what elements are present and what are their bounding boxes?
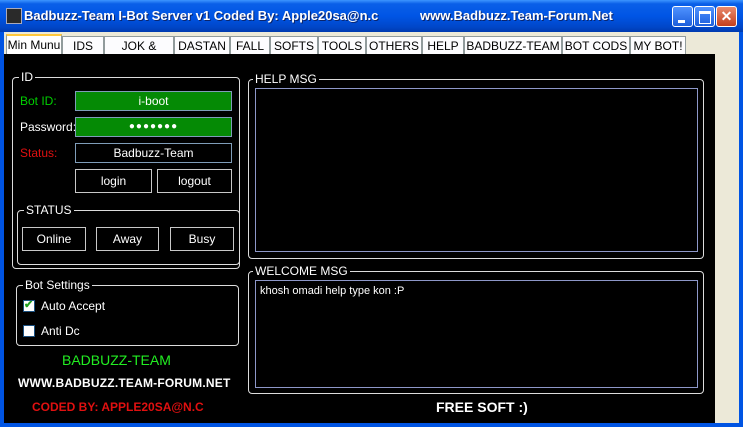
title-bar[interactable]: Badbuzz-Team I-Bot Server v1 Coded By: A… <box>0 0 743 32</box>
away-button[interactable]: Away <box>96 227 159 251</box>
bot-id-field[interactable]: i-boot <box>75 91 232 111</box>
welcome-msg-textarea[interactable]: khosh omadi help type kon :P <box>255 280 698 388</box>
logout-button[interactable]: logout <box>157 169 232 193</box>
tab-help[interactable]: HELP <box>422 36 464 55</box>
status-label: Status: <box>20 146 58 160</box>
app-icon <box>6 8 22 24</box>
maximize-icon <box>699 11 711 24</box>
id-group: ID Bot ID: i-boot Password: ●●●●●●● Stat… <box>12 70 240 269</box>
status-field[interactable]: Badbuzz-Team <box>75 143 232 163</box>
bot-id-label: Bot ID: <box>20 94 57 108</box>
anti-dc-checkbox[interactable] <box>23 325 35 337</box>
team-name: BADBUZZ-TEAM <box>62 352 171 368</box>
status-group-legend: STATUS <box>24 203 74 217</box>
tab-others[interactable]: OTHERS <box>366 36 422 55</box>
auto-accept-checkbox[interactable]: ✔ <box>23 299 35 312</box>
tab-min-munu[interactable]: Min Munu <box>6 34 62 56</box>
welcome-msg-group: WELCOME MSG khosh omadi help type kon :P <box>248 264 704 394</box>
status-group: STATUS Online Away Busy <box>17 203 240 265</box>
bot-settings-legend: Bot Settings <box>23 278 92 292</box>
help-msg-textarea[interactable] <box>255 88 698 252</box>
welcome-msg-legend: WELCOME MSG <box>253 264 350 278</box>
close-button[interactable]: ✕ <box>716 6 737 27</box>
anti-dc-label[interactable]: Anti Dc <box>41 324 80 338</box>
password-label: Password: <box>20 120 77 134</box>
tab-softs[interactable]: SOFTS <box>270 36 318 55</box>
window-title: Badbuzz-Team I-Bot Server v1 Coded By: A… <box>24 8 379 23</box>
close-icon: ✕ <box>720 8 733 24</box>
main-panel: ID Bot ID: i-boot Password: ●●●●●●● Stat… <box>4 54 715 423</box>
bot-settings-group: Bot Settings ✔ Auto Accept Anti Dc <box>16 278 239 346</box>
window-title-url: www.Badbuzz.Team-Forum.Net <box>420 8 613 23</box>
tab-my-bot[interactable]: MY BOT! <box>630 36 686 55</box>
maximize-button[interactable] <box>694 6 715 27</box>
tab-fall[interactable]: FALL <box>230 36 270 55</box>
check-icon: ✔ <box>24 299 34 311</box>
id-group-legend: ID <box>19 70 35 84</box>
tab-bot-cods[interactable]: BOT CODS <box>562 36 630 55</box>
tab-tools[interactable]: TOOLS <box>318 36 366 55</box>
client-area: Min Munu IDS JOK & LOVE DASTAN FALL SOFT… <box>4 32 739 423</box>
free-soft-text: FREE SOFT :) <box>436 399 528 415</box>
help-msg-legend: HELP MSG <box>253 72 319 86</box>
password-field[interactable]: ●●●●●●● <box>75 117 232 137</box>
minimize-icon <box>678 20 685 23</box>
coded-by: CODED BY: APPLE20SA@N.C <box>32 400 204 414</box>
tab-strip: Min Munu IDS JOK & LOVE DASTAN FALL SOFT… <box>4 34 739 72</box>
auto-accept-label[interactable]: Auto Accept <box>41 299 105 313</box>
help-msg-group: HELP MSG <box>248 72 704 259</box>
tab-jok-love[interactable]: JOK & LOVE <box>104 36 174 72</box>
app-window: Badbuzz-Team I-Bot Server v1 Coded By: A… <box>0 0 743 427</box>
login-button[interactable]: login <box>75 169 152 193</box>
busy-button[interactable]: Busy <box>170 227 234 251</box>
minimize-button[interactable] <box>672 6 693 27</box>
site-url: WWW.BADBUZZ.TEAM-FORUM.NET <box>18 376 231 390</box>
tab-dastan[interactable]: DASTAN <box>174 36 230 55</box>
tab-badbuzz-team[interactable]: BADBUZZ-TEAM <box>464 36 562 55</box>
tab-ids[interactable]: IDS <box>62 36 104 55</box>
online-button[interactable]: Online <box>22 227 86 251</box>
